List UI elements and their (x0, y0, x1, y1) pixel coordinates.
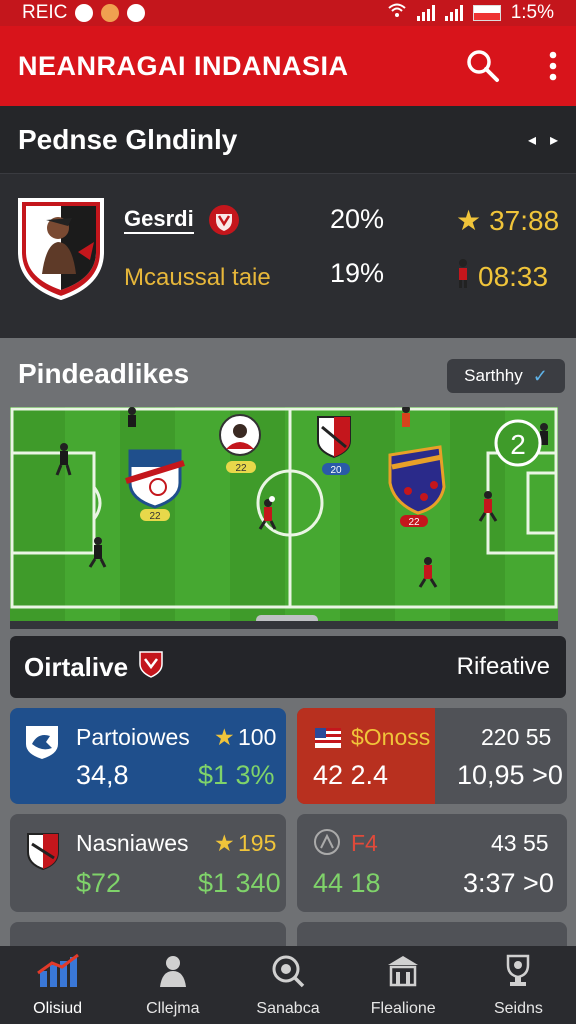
nav-label: Cllejma (146, 999, 200, 1017)
stat-card[interactable]: $Onoss 220 55 42 2.4 10,95 >0 (297, 708, 567, 804)
team1-score: ★ 37:88 (456, 204, 559, 237)
card-value-2: $1 3% (198, 760, 275, 790)
card-star-value: 100 (238, 724, 277, 750)
pitch-section-title: Pindeadlikes (18, 358, 190, 389)
nav-item-sanabca[interactable]: Sanabca (230, 946, 345, 1024)
notification-icon (75, 4, 94, 22)
list-item[interactable] (297, 922, 567, 948)
star-icon: ★ (214, 830, 235, 856)
league-header: Pednse Glndinly ◂ ▸ (0, 106, 576, 174)
more-vert-icon[interactable] (548, 51, 558, 81)
card-value-1: 44 18 (313, 868, 381, 898)
card-star-value: 195 (238, 830, 277, 856)
card-value-1: 34,8 (76, 760, 129, 790)
player-icon (128, 407, 136, 427)
status-right: 1:5% (387, 2, 554, 24)
check-icon: ✓ (532, 365, 548, 386)
card-title: Partoiowes (76, 724, 190, 750)
nav-label: Flealione (370, 999, 436, 1017)
card-title: $Onoss (351, 724, 431, 750)
team2-percent: 19% (330, 258, 385, 288)
team-logo-icon (24, 724, 60, 765)
league-title: Pednse Glndinly (18, 123, 238, 155)
signal-icon-2 (444, 5, 463, 21)
status-time: 1:5% (510, 2, 554, 23)
league-card: Pednse Glndinly ◂ ▸ Gesrdi Mcaussal taie… (0, 106, 576, 338)
player-icon (456, 258, 470, 295)
team1-name[interactable]: Gesrdi (124, 206, 194, 234)
app-title: NEANRAGAI INDANASIA (18, 50, 349, 81)
nav-label: Olisiud (33, 999, 83, 1017)
team2-score-value: 08:33 (478, 260, 549, 292)
alert-icon (127, 4, 146, 22)
team-crest-icon[interactable] (16, 196, 106, 301)
status-bar: REIC 1:5% (0, 0, 576, 26)
team-logo-icon (26, 832, 60, 875)
card-value-1: $72 (76, 868, 122, 898)
card-value-2: 3:37 >0 (463, 868, 554, 898)
pitch-view[interactable]: 2 22 22 20 22 (10, 407, 558, 629)
card-value-2: 10,95 >0 (457, 760, 563, 790)
team2-name[interactable]: Mcaussal taie (124, 264, 271, 292)
nav-item-cllejma[interactable]: Cllejma (115, 946, 230, 1024)
prev-arrow-icon[interactable]: ◂ (528, 130, 536, 150)
shield-badge-icon (138, 650, 164, 685)
card-title: F4 (351, 830, 378, 856)
stat-card[interactable]: F4 43 55 44 18 3:37 >0 (297, 814, 567, 912)
status-left: REIC (22, 2, 146, 24)
status-text: REIC (22, 2, 68, 23)
count-badge-value: 2 (510, 429, 526, 460)
ratings-right-label[interactable]: Rifeative (457, 653, 550, 681)
stat-card[interactable]: Partoiowes ★ 100 34,8 $1 3% (10, 708, 286, 804)
wifi-icon (387, 2, 407, 24)
card-value-1: 42 2.4 (313, 760, 389, 790)
nav-label: Seidns (493, 999, 543, 1017)
team1-percent: 20% (330, 204, 385, 234)
star-icon: ★ (456, 205, 482, 236)
card-value-2: $1 340 (198, 868, 281, 898)
team1-score-value: 37:88 (489, 204, 560, 236)
bottom-nav: Olisiud Cllejma Sanabca Flealione Seidns (0, 946, 576, 1024)
nav-item-olisiud[interactable]: Olisiud (0, 946, 115, 1024)
building-icon (385, 953, 421, 994)
signal-icon (416, 5, 435, 21)
team-crest-icon[interactable] (317, 416, 351, 459)
search-ball-icon (270, 953, 306, 994)
stat-card[interactable]: Nasniawes ★ 195 $72 $1 340 (10, 814, 286, 912)
person-icon (155, 953, 191, 994)
league-badge-icon (313, 828, 341, 861)
flag-icon (472, 5, 501, 21)
sort-label: Sarthhy (464, 366, 523, 385)
chart-icon (36, 953, 80, 994)
star-icon: ★ (214, 724, 235, 750)
player-icon (402, 407, 410, 427)
chip-label: 20 (330, 465, 342, 476)
sort-button[interactable]: Sarthhy ✓ (447, 359, 565, 393)
ratings-left-label[interactable]: Oirtalive (24, 652, 128, 683)
app-bar: NEANRAGAI INDANASIA (0, 26, 576, 106)
shield-badge-icon (208, 204, 240, 241)
card-title: Nasniawes (76, 830, 189, 856)
card-right-top: 220 55 (481, 724, 552, 750)
chip-label: 22 (149, 511, 161, 522)
card-right-top: 43 55 (491, 830, 549, 856)
player-avatar-icon[interactable] (219, 414, 261, 456)
search-icon[interactable] (466, 49, 500, 83)
list-item[interactable] (10, 922, 286, 948)
flag-icon (315, 728, 341, 753)
nav-label: Sanabca (256, 999, 320, 1017)
nav-item-flealione[interactable]: Flealione (346, 946, 461, 1024)
chip-label: 22 (235, 463, 247, 474)
scroll-handle[interactable] (256, 615, 318, 621)
ratings-bar: Oirtalive Rifeative (10, 636, 566, 698)
trophy-icon (500, 953, 536, 994)
next-arrow-icon[interactable]: ▸ (550, 130, 558, 150)
team2-score: 08:33 (456, 258, 548, 295)
app-notification-icon (101, 4, 120, 22)
ball-icon (269, 496, 275, 502)
chip-label: 22 (408, 517, 420, 528)
nav-item-seidns[interactable]: Seidns (461, 946, 576, 1024)
